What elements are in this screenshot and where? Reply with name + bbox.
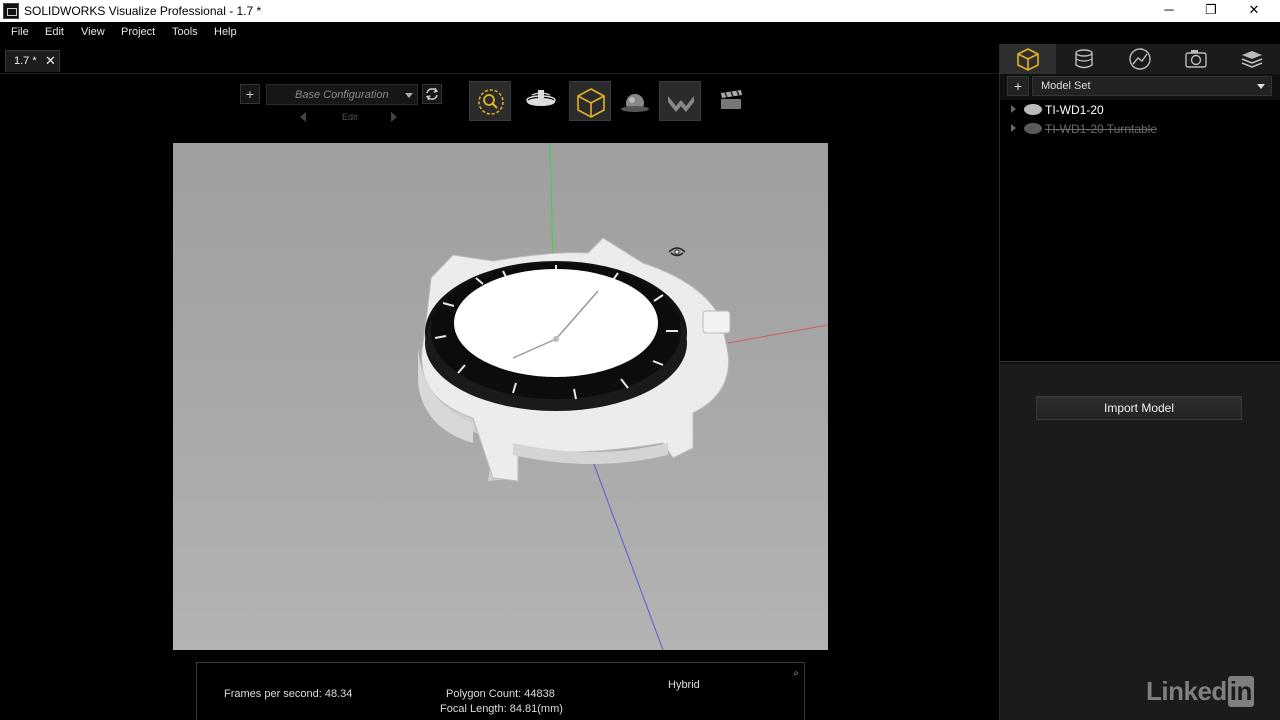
refresh-configuration-button[interactable] [422, 84, 442, 104]
palette-tabs [1000, 44, 1280, 74]
tree-item-model[interactable]: TI-WD1-20 Turntable [1000, 120, 1280, 138]
close-tab-icon[interactable]: ✕ [45, 53, 56, 69]
close-button[interactable]: ✕ [1233, 0, 1275, 22]
watch-dial [454, 269, 658, 377]
add-model-set-button[interactable]: + [1007, 76, 1029, 96]
minimize-button[interactable]: ─ [1148, 0, 1190, 22]
zoom-tool-icon [478, 89, 504, 115]
appearances-tab-icon [1075, 49, 1093, 69]
add-configuration-button[interactable]: + [240, 84, 260, 104]
menu-help[interactable]: Help [214, 26, 237, 38]
linkedin-watermark: Linked in [1146, 676, 1254, 707]
tab-scenes[interactable] [1112, 44, 1168, 74]
watch-model-render [418, 143, 828, 650]
import-model-button[interactable]: Import Model [1036, 396, 1242, 420]
tree-item-label: TI-WD1-20 Turntable [1045, 122, 1158, 136]
scenes-tab-icon [1129, 48, 1151, 70]
document-tab-label: 1.7 * [14, 55, 37, 67]
polygon-count-readout: Polygon Count: 44838 [446, 688, 555, 700]
model-tree: TI-WD1-20 TI-WD1-20 Turntable [1000, 100, 1280, 362]
fps-readout: Frames per second: 48.34 [224, 688, 353, 700]
app-icon [3, 3, 19, 19]
model-properties-panel: Import Model [1000, 364, 1280, 720]
window-title: SOLIDWORKS Visualize Professional - 1.7 … [24, 4, 262, 18]
libraries-tab-icon [1241, 51, 1263, 68]
tab-libraries[interactable] [1224, 44, 1280, 74]
model-set-bar: + Model Set [1002, 76, 1278, 96]
render-mode-readout: Hybrid [668, 679, 700, 691]
model-icon [1024, 123, 1042, 134]
configuration-select[interactable]: Base Configuration [266, 84, 418, 105]
z-axis-line [587, 447, 664, 650]
model-set-select[interactable]: Model Set [1032, 76, 1272, 96]
next-configuration-icon[interactable] [391, 112, 397, 122]
menu-bar: File Edit View Project Tools Help [0, 22, 1280, 44]
flip-tool-icon [668, 96, 694, 112]
models-tab-icon [1017, 48, 1039, 71]
sphere-tool-button[interactable] [614, 81, 656, 121]
rotate-cursor-icon [668, 247, 686, 257]
menu-edit[interactable]: Edit [45, 26, 64, 38]
sphere-tool-icon [621, 94, 649, 112]
zoom-tool-button[interactable] [469, 81, 511, 121]
chevron-down-icon [1257, 84, 1265, 89]
tab-appearances[interactable] [1056, 44, 1112, 74]
menu-project[interactable]: Project [121, 26, 155, 38]
cube-view-button[interactable] [569, 81, 611, 121]
edit-configuration-label[interactable]: Edit [342, 112, 358, 122]
turntable-icon [526, 90, 556, 106]
menu-tools[interactable]: Tools [172, 26, 198, 38]
status-panel: Frames per second: 48.34 Polygon Count: … [196, 662, 805, 720]
x-axis-line [727, 324, 828, 344]
refresh-icon [425, 87, 439, 101]
turntable-button[interactable] [520, 81, 562, 121]
flip-tool-button[interactable] [659, 81, 701, 121]
clapper-icon [721, 90, 742, 109]
tree-item-model[interactable]: TI-WD1-20 [1000, 101, 1280, 119]
tree-item-label: TI-WD1-20 [1045, 103, 1104, 117]
focal-length-readout: Focal Length: 84.81(mm) [440, 703, 563, 715]
model-icon [1024, 104, 1042, 115]
palette-panel: + Model Set TI-WD1-20 TI-WD1-20 Turntabl… [999, 44, 1280, 720]
menu-view[interactable]: View [81, 26, 105, 38]
cube-view-icon [577, 88, 605, 118]
document-tab[interactable]: 1.7 * ✕ [5, 50, 60, 72]
cameras-tab-icon [1185, 50, 1207, 68]
title-bar: SOLIDWORKS Visualize Professional - 1.7 … [0, 0, 1280, 22]
model-set-label: Model Set [1041, 80, 1091, 92]
restore-button[interactable]: ❐ [1190, 0, 1232, 22]
watch-crown [702, 310, 731, 334]
expand-arrow-icon[interactable] [1011, 105, 1016, 113]
document-tab-strip: 1.7 * ✕ [0, 44, 999, 74]
chevron-down-icon [405, 93, 413, 98]
animation-button[interactable] [710, 81, 752, 121]
tab-models[interactable] [1000, 44, 1056, 74]
expand-arrow-icon[interactable] [1011, 124, 1016, 132]
configuration-label: Base Configuration [295, 89, 389, 101]
watermark-text: Linked [1146, 676, 1227, 706]
3d-viewport[interactable] [173, 143, 828, 650]
tab-cameras[interactable] [1168, 44, 1224, 74]
menu-file[interactable]: File [11, 26, 29, 38]
previous-configuration-icon[interactable] [300, 112, 306, 122]
watermark-in: in [1227, 676, 1254, 707]
magnify-icon[interactable]: ⌕ [793, 668, 799, 679]
